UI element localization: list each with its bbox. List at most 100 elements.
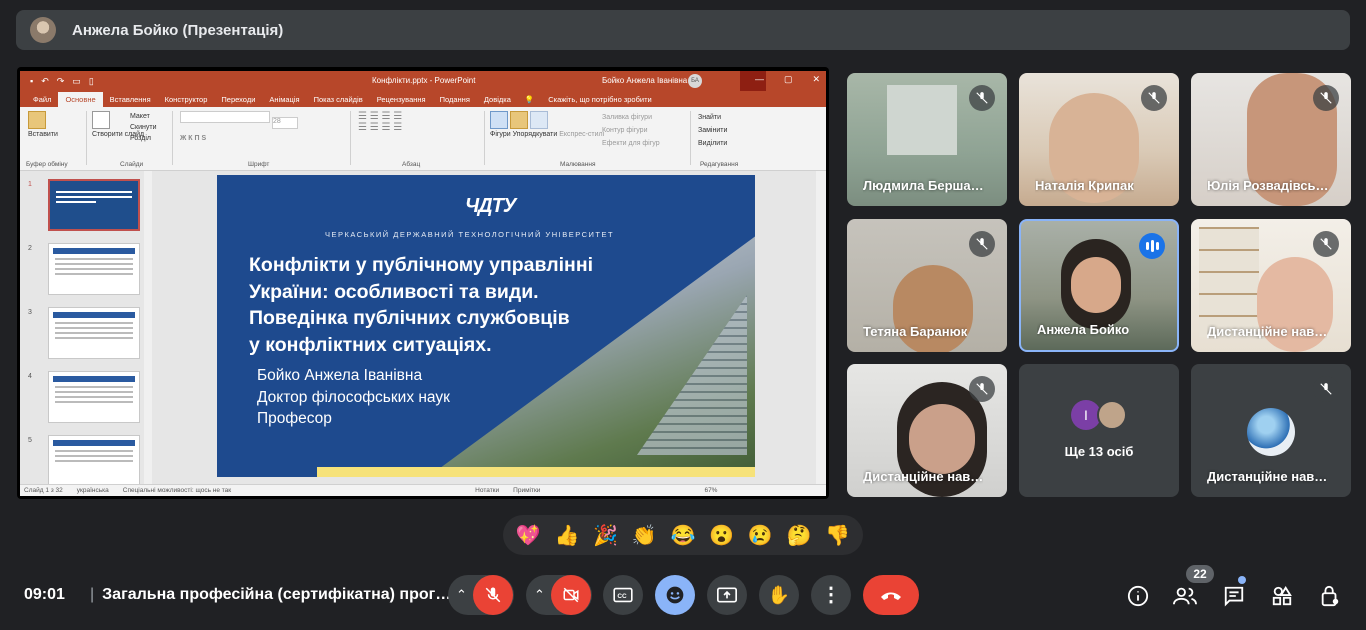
tab-transitions: Переходи bbox=[221, 95, 256, 104]
more-participants-tile[interactable]: І Ще 13 осіб bbox=[1019, 364, 1179, 497]
emoji-reactions-button[interactable] bbox=[655, 575, 695, 615]
reaction-surprised[interactable]: 😮 bbox=[709, 523, 734, 548]
participant-tile[interactable]: Тетяна Баранюк bbox=[847, 219, 1007, 352]
meeting-details-button[interactable] bbox=[1125, 583, 1151, 609]
ppt-ribbon: Вставити Буфер обміну Створити слайд Мак… bbox=[20, 107, 826, 171]
chevron-up-icon[interactable]: ⌃ bbox=[456, 587, 467, 603]
chevron-up-icon[interactable]: ⌃ bbox=[534, 587, 545, 603]
paste-label: Вставити bbox=[28, 131, 58, 138]
reaction-heart[interactable]: 💖 bbox=[516, 523, 541, 548]
wall-calendar bbox=[887, 85, 957, 155]
quick-styles-icon bbox=[529, 111, 548, 129]
more-participants-label: Ще 13 осіб bbox=[1064, 444, 1134, 459]
participant-name: Дистанційне нав… bbox=[863, 469, 984, 484]
participants-count-badge: 22 bbox=[1186, 565, 1214, 583]
participant-tile[interactable]: Дистанційне нав… bbox=[1191, 364, 1351, 497]
chat-button[interactable] bbox=[1221, 583, 1247, 609]
present-screen-button[interactable] bbox=[707, 575, 747, 615]
camera-control-group: ⌃ bbox=[526, 575, 592, 615]
participant-tile-active-speaker[interactable]: Анжела Бойко bbox=[1019, 219, 1179, 352]
heading-line: України: особливості та види. bbox=[249, 280, 539, 303]
zoom-level: 67% bbox=[704, 487, 718, 494]
reaction-party[interactable]: 🎉 bbox=[593, 523, 618, 548]
tab-file: Файл bbox=[33, 95, 52, 104]
host-controls-button[interactable] bbox=[1317, 583, 1343, 609]
ribbon-divider bbox=[350, 111, 351, 165]
raise-hand-button[interactable]: ✋ bbox=[759, 575, 799, 615]
ppt-status-bar: Слайд 1 з 32 українська Спеціальні можли… bbox=[20, 484, 826, 496]
accessibility-status: Спеціальні можливості: щось не так bbox=[122, 487, 232, 494]
new-slide-icon bbox=[92, 111, 110, 129]
ribbon-divider bbox=[690, 111, 691, 165]
microphone-button[interactable] bbox=[472, 575, 513, 615]
drawing-group: Фігури Упорядкувати Експрес-стилі bbox=[490, 111, 604, 138]
quick-access-toolbar: ▪ ↶ ↷ ▭ ▯ bbox=[30, 76, 94, 87]
font-size-box: 28 bbox=[271, 117, 298, 129]
participant-tile[interactable]: Дистанційне нав… bbox=[847, 364, 1007, 497]
info-icon bbox=[1127, 585, 1149, 607]
ribbon-divider bbox=[172, 111, 173, 165]
shape-outline-label: Контур фігури bbox=[602, 127, 648, 134]
ppt-ribbon-tabs: Файл Основне Вставлення Конструктор Пере… bbox=[20, 91, 826, 107]
tab-help: Довідка bbox=[483, 95, 511, 104]
replace-label: Замінити bbox=[698, 127, 728, 134]
arrange-label: Упорядкувати bbox=[512, 131, 558, 138]
participant-name: Юлія Розвадівсь… bbox=[1207, 178, 1329, 193]
slide-thumbnail bbox=[48, 307, 140, 359]
font-label: Шрифт bbox=[248, 161, 270, 168]
tab-home: Основне bbox=[58, 92, 103, 107]
activities-button[interactable] bbox=[1269, 583, 1295, 609]
participant-tile[interactable]: Юлія Розвадівсь… bbox=[1191, 73, 1351, 206]
captions-button[interactable]: CC bbox=[603, 575, 643, 615]
reactions-bar: 💖 👍 🎉 👏 😂 😮 😢 🤔 👎 bbox=[503, 515, 863, 555]
language-status: українська bbox=[76, 487, 109, 494]
tab-slideshow: Показ слайдів bbox=[313, 95, 363, 104]
mic-control-group: ⌃ bbox=[448, 575, 514, 615]
thumbnails-scrollbar bbox=[144, 171, 152, 484]
participant-tile[interactable]: Людмила Берша… bbox=[847, 73, 1007, 206]
tab-insert: Вставлення bbox=[109, 95, 151, 104]
slide-author: Бойко Анжела Іванівна Доктор філософськи… bbox=[257, 365, 450, 430]
reaction-thinking[interactable]: 🤔 bbox=[786, 523, 811, 548]
tab-view: Подання bbox=[439, 95, 470, 104]
leave-call-button[interactable] bbox=[863, 575, 919, 615]
ribbon-divider bbox=[484, 111, 485, 165]
captions-icon: CC bbox=[613, 587, 633, 603]
clock: 09:01 bbox=[24, 586, 65, 603]
editing-options: Знайти Замінити Виділити bbox=[698, 111, 727, 150]
undo-icon: ↶ bbox=[41, 75, 49, 86]
ppt-doc-title: Конфлікти.pptx - PowerPoint bbox=[372, 76, 476, 85]
paragraph-icons: ☰ ☰ ☰ ☰ ☰ ☰ ☰ ☰ bbox=[358, 111, 403, 133]
slide-thumbnails: 1 2 3 4 5 bbox=[20, 171, 152, 487]
slide-accent-strip bbox=[317, 467, 755, 477]
mic-off-icon bbox=[485, 587, 501, 603]
author-line: Доктор філософських наук bbox=[257, 388, 450, 406]
tab-design: Конструктор bbox=[164, 95, 208, 104]
reaction-thumbs-up[interactable]: 👍 bbox=[555, 523, 580, 548]
author-line: Бойко Анжела Іванівна bbox=[257, 367, 423, 384]
speaking-indicator-icon bbox=[1139, 233, 1165, 259]
editing-label: Редагування bbox=[700, 161, 739, 168]
presenter-avatar bbox=[30, 17, 56, 43]
reaction-laugh[interactable]: 😂 bbox=[671, 523, 696, 548]
slide-number: 5 bbox=[28, 437, 32, 444]
heading-line: Поведінка публічних службовців bbox=[249, 307, 570, 329]
participant-name: Дистанційне нав… bbox=[1207, 469, 1328, 484]
more-options-button[interactable]: ⋮ bbox=[811, 575, 851, 615]
slide-scrollbar bbox=[816, 171, 826, 484]
university-name: ЧЕРКАСЬКИЙ ДЕРЖАВНИЙ ТЕХНОЛОГІЧНИЙ УНІВЕ… bbox=[325, 230, 615, 239]
reaction-clap[interactable]: 👏 bbox=[632, 523, 657, 548]
smiley-icon bbox=[666, 586, 684, 604]
reaction-thumbs-down[interactable]: 👎 bbox=[825, 523, 850, 548]
participant-tile[interactable]: Дистанційне нав… bbox=[1191, 219, 1351, 352]
present-icon: ▭ bbox=[72, 75, 81, 86]
minimize-icon: — bbox=[754, 74, 764, 84]
shape-effects-label: Ефекти для фігур bbox=[602, 140, 660, 147]
participant-tile[interactable]: Наталія Крипак bbox=[1019, 73, 1179, 206]
reaction-sad[interactable]: 😢 bbox=[748, 523, 773, 548]
people-button[interactable] bbox=[1172, 583, 1198, 609]
clipboard-icon bbox=[28, 111, 46, 129]
camera-button[interactable] bbox=[550, 575, 591, 615]
clipboard-label: Буфер обміну bbox=[26, 161, 68, 168]
camera-off-icon bbox=[563, 587, 579, 603]
